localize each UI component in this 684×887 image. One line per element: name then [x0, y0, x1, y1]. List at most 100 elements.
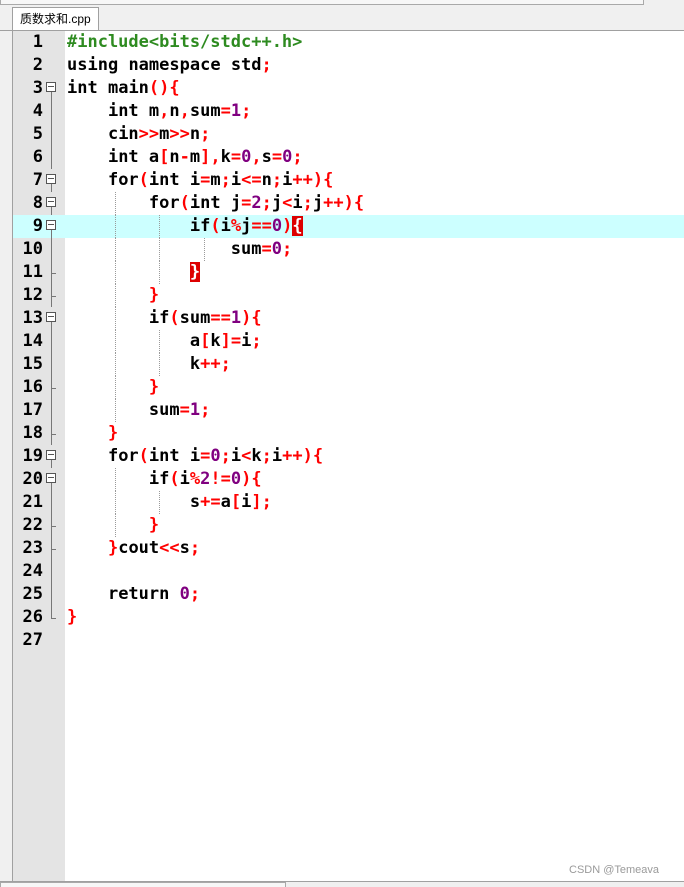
line-number: 6	[32, 147, 43, 167]
code-text: }	[148, 515, 160, 535]
line-number: 17	[22, 400, 43, 420]
code-line-4[interactable]: 4 int m,n,sum=1;	[13, 100, 684, 123]
code-line-7[interactable]: 7 for(int i=m;i<=n;i++){	[13, 169, 684, 192]
fold-end-marker	[46, 284, 60, 307]
line-number: 24	[22, 561, 43, 581]
code-text: return 0;	[107, 584, 201, 604]
code-text: cin>>m>>n;	[107, 124, 211, 144]
fold-empty	[46, 54, 60, 77]
line-number: 8	[32, 193, 43, 213]
fold-toggle-icon[interactable]	[46, 77, 60, 100]
code-editor[interactable]: 1 #include<bits/stdc++.h> 2 using namespace…	[13, 31, 684, 881]
tab-file[interactable]: 质数求和.cpp	[12, 7, 99, 30]
line-number: 11	[22, 262, 43, 282]
code-line-20[interactable]: 20 if(i%2!=0){	[13, 468, 684, 491]
fold-end-marker	[46, 422, 60, 445]
code-text: if(i%2!=0){	[148, 469, 262, 489]
code-line-6[interactable]: 6 int a[n-m],k=0,s=0;	[13, 146, 684, 169]
watermark: CSDN @Temeava	[569, 864, 660, 876]
code-line-21[interactable]: 21 s+=a[i];	[13, 491, 684, 514]
fold-toggle-icon[interactable]	[46, 169, 60, 192]
line-number: 15	[22, 354, 43, 374]
code-text: k++;	[189, 354, 231, 374]
code-text: sum=0;	[230, 239, 293, 259]
fold-line	[46, 100, 60, 123]
code-text: if(sum==1){	[148, 308, 262, 328]
code-line-3[interactable]: 3 int main(){	[13, 77, 684, 100]
code-line-12[interactable]: 12 }	[13, 284, 684, 307]
fold-end-marker	[46, 606, 60, 629]
code-line-26[interactable]: 26}	[13, 606, 684, 629]
code-text: }	[189, 262, 201, 282]
horizontal-scrollbar-bottom[interactable]	[0, 882, 286, 887]
code-line-11[interactable]: 11 }	[13, 261, 684, 284]
code-text: }	[67, 607, 78, 627]
fold-empty	[46, 629, 60, 652]
fold-toggle-icon[interactable]	[46, 445, 60, 468]
code-line-15[interactable]: 15 k++;	[13, 353, 684, 376]
code-text: }cout<<s;	[107, 538, 201, 558]
line-number: 14	[22, 331, 43, 351]
code-text: a[k]=i;	[189, 331, 262, 351]
code-lines: 1 #include<bits/stdc++.h> 2 using namespace…	[13, 31, 684, 652]
code-text: #include<bits/stdc++.h>	[67, 32, 303, 52]
code-line-9[interactable]: 9 if(i%j==0){	[13, 215, 684, 238]
code-line-16[interactable]: 16 }	[13, 376, 684, 399]
bottom-scrollbar-area	[0, 881, 684, 887]
code-line-10[interactable]: 10 sum=0;	[13, 238, 684, 261]
fold-toggle-icon[interactable]	[46, 468, 60, 491]
code-line-13[interactable]: 13 if(sum==1){	[13, 307, 684, 330]
left-frame	[0, 31, 13, 881]
code-line-17[interactable]: 17 sum=1;	[13, 399, 684, 422]
line-number: 23	[22, 538, 43, 558]
fold-line	[46, 238, 60, 261]
code-line-1[interactable]: 1 #include<bits/stdc++.h>	[13, 31, 684, 54]
line-number: 10	[22, 239, 43, 259]
code-line-27[interactable]: 27	[13, 629, 684, 652]
code-line-18[interactable]: 18 }	[13, 422, 684, 445]
code-line-23[interactable]: 23 }cout<<s;	[13, 537, 684, 560]
code-text: if(i%j==0){	[189, 216, 303, 236]
fold-toggle-icon[interactable]	[46, 192, 60, 215]
horizontal-scrollbar-top[interactable]	[0, 0, 644, 5]
line-number: 22	[22, 515, 43, 535]
line-number: 18	[22, 423, 43, 443]
line-number: 9	[32, 216, 43, 236]
line-number: 2	[32, 55, 43, 75]
code-line-5[interactable]: 5 cin>>m>>n;	[13, 123, 684, 146]
code-text: for(int i=0;i<k;i++){	[107, 446, 324, 466]
fold-empty	[46, 31, 60, 54]
fold-toggle-icon[interactable]	[46, 215, 60, 238]
code-text: int a[n-m],k=0,s=0;	[107, 147, 303, 167]
line-number: 4	[32, 101, 43, 121]
tab-strip: 质数求和.cpp	[0, 6, 684, 31]
fold-toggle-icon[interactable]	[46, 307, 60, 330]
code-line-25[interactable]: 25 return 0;	[13, 583, 684, 606]
fold-end-marker	[46, 537, 60, 560]
line-number: 13	[22, 308, 43, 328]
fold-line	[46, 583, 60, 606]
code-line-14[interactable]: 14 a[k]=i;	[13, 330, 684, 353]
fold-line	[46, 146, 60, 169]
code-line-8[interactable]: 8 for(int j=2;j<i;j++){	[13, 192, 684, 215]
code-text: sum=1;	[148, 400, 211, 420]
code-text: for(int i=m;i<=n;i++){	[107, 170, 334, 190]
line-number: 1	[32, 32, 43, 52]
code-line-2[interactable]: 2 using namespace std;	[13, 54, 684, 77]
code-text: }	[148, 285, 160, 305]
line-number: 5	[32, 124, 43, 144]
code-text: for(int j=2;j<i;j++){	[148, 193, 365, 213]
code-text: }	[107, 423, 119, 443]
code-text: using namespace std;	[67, 55, 272, 75]
line-number: 27	[22, 630, 43, 650]
code-line-22[interactable]: 22 }	[13, 514, 684, 537]
line-number: 12	[22, 285, 43, 305]
fold-line	[46, 330, 60, 353]
line-number: 16	[22, 377, 43, 397]
line-number: 3	[32, 78, 43, 98]
code-text: }	[148, 377, 160, 397]
line-number: 20	[22, 469, 43, 489]
fold-end-marker	[46, 376, 60, 399]
code-line-19[interactable]: 19 for(int i=0;i<k;i++){	[13, 445, 684, 468]
code-line-24[interactable]: 24	[13, 560, 684, 583]
